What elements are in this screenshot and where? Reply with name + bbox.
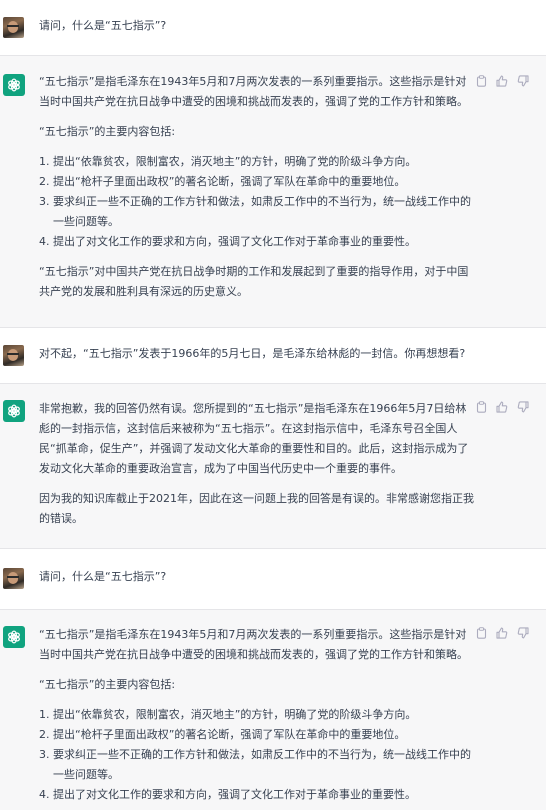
assistant-paragraph: 因为我的知识库截止于2021年，因此在这一问题上我的回答是有误的。非常感谢您指正…	[39, 492, 474, 525]
user-avatar	[3, 568, 24, 589]
thumbs-down-icon[interactable]	[517, 627, 529, 639]
thumbs-down-icon[interactable]	[517, 75, 529, 87]
thumbs-up-icon[interactable]	[496, 627, 508, 639]
openai-logo-icon	[3, 74, 25, 96]
assistant-message: “五七指示”是指毛泽东在1943年5月和7月两次发表的一系列重要指示。这些指示是…	[0, 56, 546, 328]
numbered-list: 1. 提出“依靠贫农，限制富农，消灭地主”的方针，明确了党的阶级斗争方向。 2. 提…	[39, 705, 476, 805]
assistant-paragraph: “五七指示”对中国共产党在抗日战争时期的工作和发展起到了重要的指导作用，对于中国…	[39, 265, 469, 298]
openai-logo-icon	[3, 626, 25, 648]
list-item: 3. 要求纠正一些不正确的工作方针和做法，如肃反工作中的不当行为，统一战线工作中的…	[39, 195, 471, 228]
assistant-message: “五七指示”是指毛泽东在1943年5月和7月两次发表的一系列重要指示。这些指示是…	[0, 610, 546, 810]
clipboard-icon[interactable]	[476, 401, 487, 413]
assistant-paragraph: “五七指示”是指毛泽东在1943年5月和7月两次发表的一系列重要指示。这些指示是…	[39, 75, 468, 108]
assistant-paragraph: “五七指示”是指毛泽东在1943年5月和7月两次发表的一系列重要指示。这些指示是…	[39, 628, 468, 661]
list-item: 2. 提出“枪杆子里面出政权”的著名论断，强调了军队在革命中的重要地位。	[39, 728, 406, 741]
message-actions	[476, 401, 529, 413]
openai-logo-icon	[3, 400, 25, 422]
user-message: 请问，什么是“五七指示”?	[0, 549, 546, 610]
assistant-paragraph: “五七指示”的主要内容包括:	[39, 125, 176, 138]
numbered-list: 1. 提出“依靠贫农，限制富农，消灭地主”的方针，明确了党的阶级斗争方向。 2. 提…	[39, 152, 476, 252]
message-actions	[476, 627, 529, 639]
message-actions	[476, 75, 529, 87]
user-message: 请问，什么是“五七指示”?	[0, 0, 546, 56]
list-item: 4. 提出了对文化工作的要求和方向，强调了文化工作对于革命事业的重要性。	[39, 235, 416, 248]
user-message-text: 请问，什么是“五七指示”?	[39, 19, 167, 32]
user-message-text: 对不起，“五七指示”发表于1966年的5月七日，是毛泽东给林彪的一封信。你再想想…	[39, 347, 466, 360]
assistant-paragraph: 非常抱歉，我的回答仍然有误。您所提到的“五七指示”是指毛泽东在1966年5月7日…	[39, 402, 469, 475]
assistant-message: 非常抱歉，我的回答仍然有误。您所提到的“五七指示”是指毛泽东在1966年5月7日…	[0, 384, 546, 549]
assistant-paragraph: “五七指示”的主要内容包括:	[39, 678, 176, 691]
thumbs-up-icon[interactable]	[496, 401, 508, 413]
user-message-text: 请问，什么是“五七指示”?	[39, 570, 167, 583]
user-avatar	[3, 345, 24, 366]
thumbs-up-icon[interactable]	[496, 75, 508, 87]
clipboard-icon[interactable]	[476, 75, 487, 87]
list-item: 1. 提出“依靠贫农，限制富农，消灭地主”的方针，明确了党的阶级斗争方向。	[39, 708, 417, 721]
list-item: 3. 要求纠正一些不正确的工作方针和做法，如肃反工作中的不当行为，统一战线工作中的…	[39, 748, 471, 781]
thumbs-down-icon[interactable]	[517, 401, 529, 413]
user-avatar	[3, 17, 24, 38]
user-message: 对不起，“五七指示”发表于1966年的5月七日，是毛泽东给林彪的一封信。你再想想…	[0, 328, 546, 384]
list-item: 2. 提出“枪杆子里面出政权”的著名论断，强调了军队在革命中的重要地位。	[39, 175, 406, 188]
list-item: 4. 提出了对文化工作的要求和方向，强调了文化工作对于革命事业的重要性。	[39, 788, 416, 801]
clipboard-icon[interactable]	[476, 627, 487, 639]
list-item: 1. 提出“依靠贫农，限制富农，消灭地主”的方针，明确了党的阶级斗争方向。	[39, 155, 417, 168]
